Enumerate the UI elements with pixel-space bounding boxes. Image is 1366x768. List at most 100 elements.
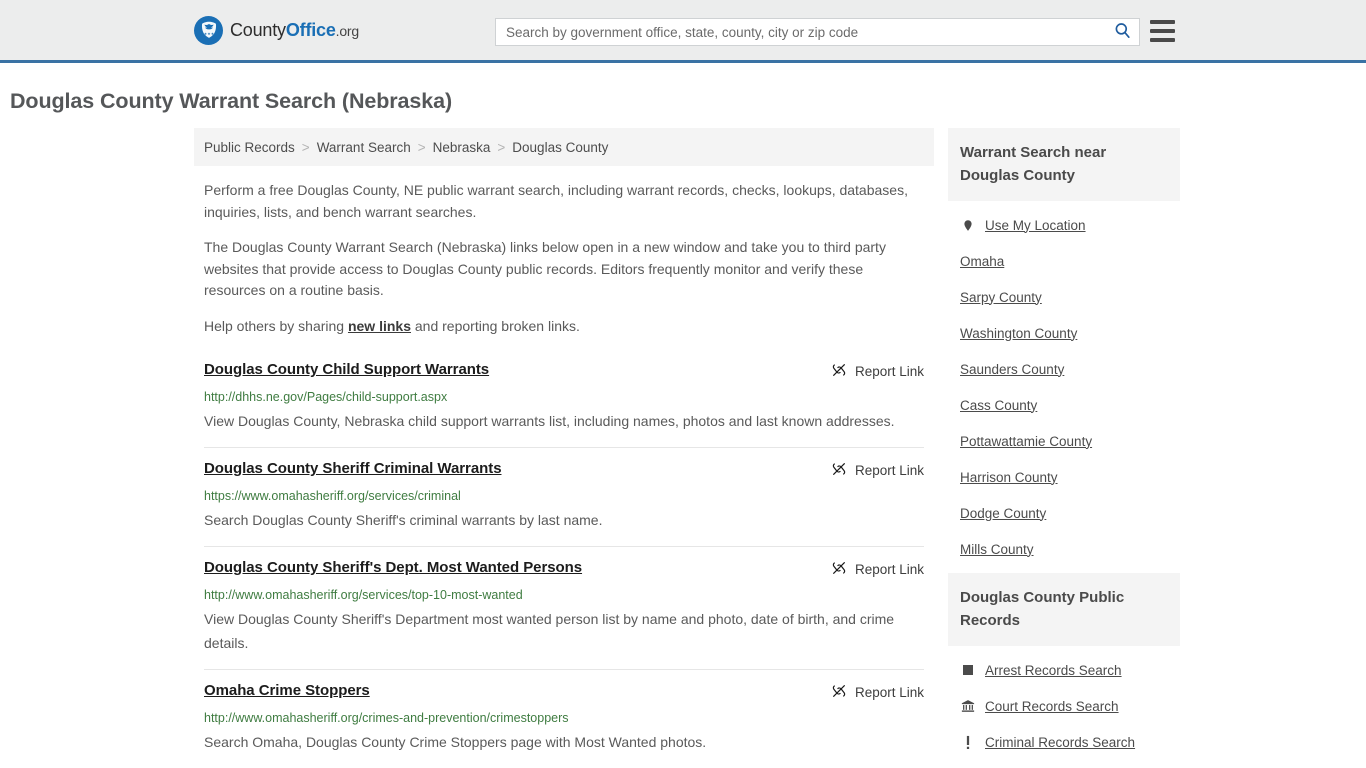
sidebar-item-arrest-records-search[interactable]: Arrest Records Search [948,652,1180,688]
sidebar-public-records-list: Arrest Records Search Court Records Sear… [948,646,1180,768]
result-header: Douglas County Sheriff's Dept. Most Want… [204,559,924,579]
result-description: View Douglas County Sheriff's Department… [204,611,895,651]
brand-text-office: Office [285,19,336,40]
sidebar-link[interactable]: Saunders County [960,362,1064,377]
result-item: Omaha Crime Stoppers Report Link http://… [204,682,924,768]
sidebar-item-dodge-county[interactable]: Dodge County [948,495,1180,531]
sidebar-item-criminal-records-search[interactable]: Criminal Records Search [948,724,1180,760]
brand-text-tld: .org [335,22,360,39]
breadcrumb: Public Records > Warrant Search > Nebras… [194,128,934,166]
search-input[interactable] [496,19,1105,45]
sidebar-link[interactable]: Mills County [960,542,1034,557]
intro-paragraph-3-after: and reporting broken links. [411,317,580,334]
broken-link-icon [831,362,847,381]
hamburger-bar-1 [1150,20,1175,24]
handcuffs-square-icon [960,664,976,676]
result-description: Search Douglas County Sheriff's criminal… [204,512,603,528]
page-title: Douglas County Warrant Search (Nebraska) [10,89,453,113]
eagle-shield-icon [194,15,223,45]
map-pin-icon [960,218,976,233]
sidebar-link[interactable]: Criminal Records Search [985,735,1135,750]
sidebar-link[interactable]: Arrest Records Search [985,663,1122,678]
breadcrumb-item-douglas-county[interactable]: Douglas County [512,140,608,155]
result-header: Douglas County Child Support Warrants Re… [204,361,924,381]
report-link-button[interactable]: Report Link [831,683,924,702]
result-item: Douglas County Sheriff's Dept. Most Want… [204,559,924,670]
breadcrumb-separator: > [301,139,310,155]
sidebar-link[interactable]: Omaha [960,254,1004,269]
site-header: CountyOffice.org [0,0,1366,63]
sidebar-nearby-list: Use My Location Omaha Sarpy County Washi… [948,201,1180,567]
sidebar-link[interactable]: Pottawattamie County [960,434,1092,449]
search-button[interactable] [1105,19,1139,45]
intro-paragraph-1: Perform a free Douglas County, NE public… [204,182,908,220]
sidebar-link[interactable]: Sarpy County [960,290,1042,305]
broken-link-icon [831,683,847,702]
sidebar-link[interactable]: Dodge County [960,506,1046,521]
exclamation-icon [960,735,976,750]
broken-link-icon [831,461,847,480]
result-header: Omaha Crime Stoppers Report Link [204,682,924,702]
sidebar-item-pottawattamie-county[interactable]: Pottawattamie County [948,423,1180,459]
intro-text: Perform a free Douglas County, NE public… [194,180,934,337]
main-column: Public Records > Warrant Search > Nebras… [194,128,934,768]
content-row: Public Records > Warrant Search > Nebras… [194,128,1180,768]
result-url: http://dhhs.ne.gov/Pages/child-support.a… [204,390,448,404]
broken-link-icon [831,560,847,579]
breadcrumb-item-nebraska[interactable]: Nebraska [433,140,491,155]
search-bar[interactable] [495,18,1140,46]
sidebar-link[interactable]: Harrison County [960,470,1058,485]
sidebar-item-harrison-county[interactable]: Harrison County [948,459,1180,495]
result-header: Douglas County Sheriff Criminal Warrants… [204,460,924,480]
result-url: https://www.omahasheriff.org/services/cr… [204,489,461,503]
breadcrumb-separator: > [497,139,506,155]
result-url: http://www.omahasheriff.org/services/top… [204,588,523,602]
sidebar-nearby-heading: Warrant Search near Douglas County [948,128,1180,201]
hamburger-menu-icon[interactable] [1150,20,1175,42]
sidebar-item-use-my-location[interactable]: Use My Location [948,207,1180,243]
sidebar-item-washington-county[interactable]: Washington County [948,315,1180,351]
report-link-label: Report Link [854,562,924,577]
sidebar-item-sarpy-county[interactable]: Sarpy County [948,279,1180,315]
report-link-label: Report Link [854,364,924,379]
sidebar: Warrant Search near Douglas County Use M… [948,128,1180,768]
hamburger-bar-2 [1150,29,1175,33]
sidebar-item-omaha[interactable]: Omaha [948,243,1180,279]
report-link-button[interactable]: Report Link [831,560,924,579]
report-link-button[interactable]: Report Link [831,461,924,480]
sidebar-item-saunders-county[interactable]: Saunders County [948,351,1180,387]
result-description: View Douglas County, Nebraska child supp… [204,413,895,429]
intro-paragraph-2: The Douglas County Warrant Search (Nebra… [204,239,886,298]
sidebar-item-cass-county[interactable]: Cass County [948,387,1180,423]
search-icon [1113,21,1132,43]
sidebar-link[interactable]: Washington County [960,326,1077,341]
result-title-link[interactable]: Douglas County Sheriff's Dept. Most Want… [204,559,582,576]
site-logo-text: CountyOffice.org [230,20,359,41]
site-logo[interactable]: CountyOffice.org [194,15,359,45]
brand-text-county: County [230,19,286,40]
result-item: Douglas County Sheriff Criminal Warrants… [204,460,924,547]
new-links-link[interactable]: new links [348,318,411,334]
report-link-button[interactable]: Report Link [831,362,924,381]
breadcrumb-separator: > [417,139,426,155]
sidebar-item-court-records-search[interactable]: Court Records Search [948,688,1180,724]
result-title-link[interactable]: Omaha Crime Stoppers [204,682,370,699]
sidebar-item-driving-records-search[interactable]: Driving Records Search [948,760,1180,768]
hamburger-bar-3 [1150,38,1175,42]
courthouse-icon [960,699,976,713]
breadcrumb-item-warrant-search[interactable]: Warrant Search [317,140,411,155]
sidebar-link[interactable]: Use My Location [985,218,1086,233]
sidebar-link[interactable]: Cass County [960,398,1037,413]
result-list: Douglas County Child Support Warrants Re… [194,359,934,768]
sidebar-nearby-section: Warrant Search near Douglas County Use M… [948,128,1180,567]
page-body: Douglas County Warrant Search (Nebraska)… [0,89,1366,768]
sidebar-link[interactable]: Court Records Search [985,699,1119,714]
sidebar-item-mills-county[interactable]: Mills County [948,531,1180,567]
sidebar-public-records-section: Douglas County Public Records Arrest Rec… [948,573,1180,768]
result-item: Douglas County Child Support Warrants Re… [204,359,924,448]
result-title-link[interactable]: Douglas County Child Support Warrants [204,361,489,378]
intro-paragraph-3-before: Help others by sharing [204,317,348,334]
result-description: Search Omaha, Douglas County Crime Stopp… [204,734,707,750]
breadcrumb-item-public-records[interactable]: Public Records [204,140,295,155]
result-title-link[interactable]: Douglas County Sheriff Criminal Warrants [204,460,502,477]
